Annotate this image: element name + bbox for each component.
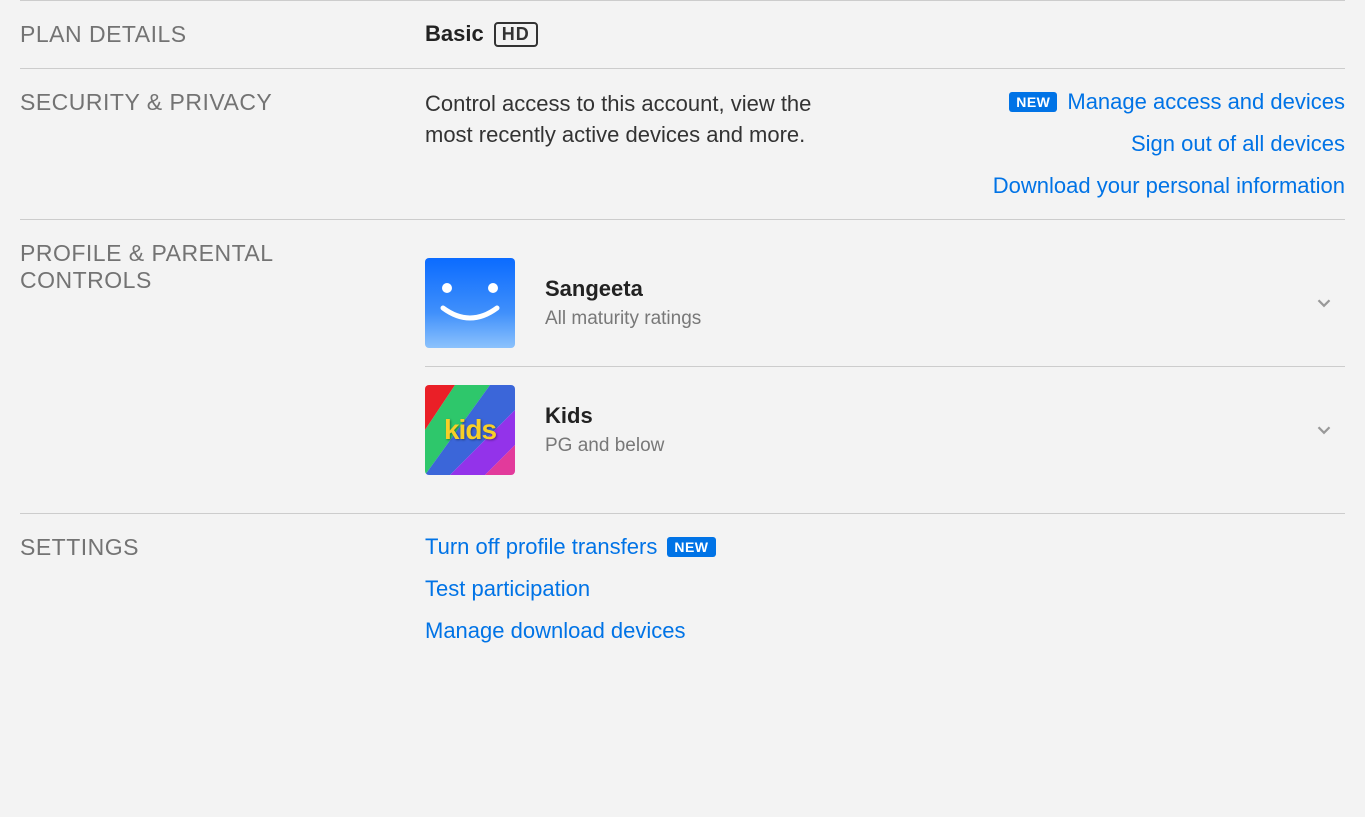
section-title-plan: PLAN DETAILS bbox=[20, 21, 425, 48]
new-badge: NEW bbox=[667, 537, 715, 557]
quality-badge: HD bbox=[494, 22, 538, 47]
security-link-list: NEW Manage access and devices Sign out o… bbox=[895, 89, 1345, 199]
test-participation-link[interactable]: Test participation bbox=[425, 576, 1345, 602]
profile-transfers-link[interactable]: Turn off profile transfers bbox=[425, 534, 657, 560]
profile-name: Sangeeta bbox=[545, 276, 1283, 302]
security-privacy-section: SECURITY & PRIVACY Control access to thi… bbox=[20, 68, 1345, 219]
new-badge: NEW bbox=[1009, 92, 1057, 112]
section-title-security: SECURITY & PRIVACY bbox=[20, 89, 425, 199]
security-description: Control access to this account, view the… bbox=[425, 89, 865, 151]
profile-rating: All maturity ratings bbox=[545, 308, 1283, 330]
profile-row[interactable]: kids Kids PG and below bbox=[425, 366, 1345, 493]
section-title-settings: SETTINGS bbox=[20, 534, 425, 644]
manage-access-link[interactable]: Manage access and devices bbox=[1067, 89, 1345, 115]
plan-details-section: PLAN DETAILS Basic HD bbox=[20, 0, 1345, 68]
kids-avatar-label: kids bbox=[444, 414, 496, 446]
settings-section: SETTINGS Turn off profile transfers NEW … bbox=[20, 513, 1345, 684]
profile-parental-section: PROFILE & PARENTAL CONTROLS Sangeeta All… bbox=[20, 219, 1345, 513]
profile-rating: PG and below bbox=[545, 435, 1283, 457]
plan-row: Basic HD bbox=[425, 21, 1345, 47]
chevron-down-icon bbox=[1313, 292, 1335, 314]
download-info-link[interactable]: Download your personal information bbox=[993, 173, 1345, 199]
chevron-down-icon bbox=[1313, 419, 1335, 441]
profile-name: Kids bbox=[545, 403, 1283, 429]
avatar-smile-icon bbox=[425, 258, 515, 348]
manage-downloads-link[interactable]: Manage download devices bbox=[425, 618, 1345, 644]
profile-row[interactable]: Sangeeta All maturity ratings bbox=[425, 240, 1345, 366]
plan-name: Basic bbox=[425, 21, 484, 47]
section-title-profiles: PROFILE & PARENTAL CONTROLS bbox=[20, 240, 425, 493]
avatar-kids-icon: kids bbox=[425, 385, 515, 475]
sign-out-all-link[interactable]: Sign out of all devices bbox=[1131, 131, 1345, 157]
